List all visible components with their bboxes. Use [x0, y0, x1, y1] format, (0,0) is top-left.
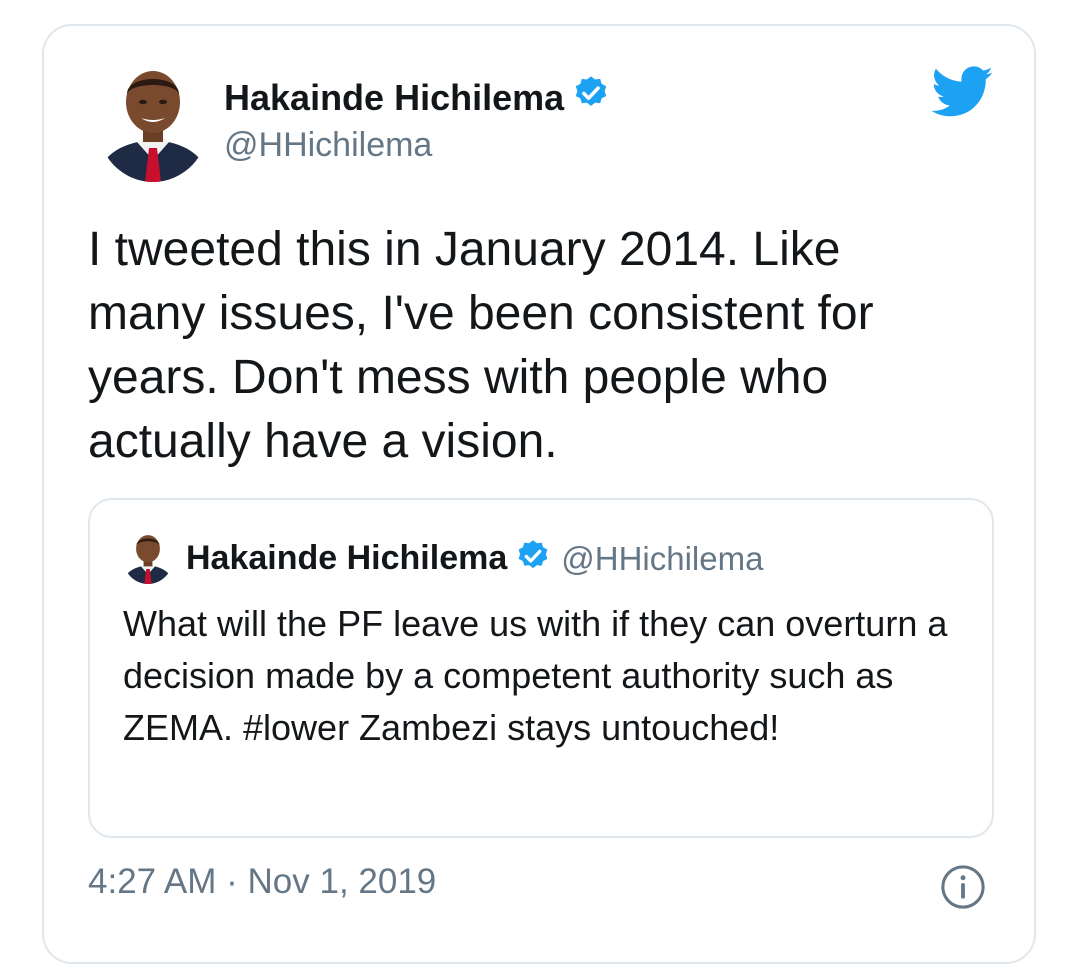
info-icon[interactable]: [940, 864, 986, 915]
quoted-header: Hakainde Hichilema @HHichilema: [186, 538, 763, 579]
verified-badge-icon: [572, 74, 610, 121]
verified-badge-icon: [515, 538, 551, 579]
quoted-tweet[interactable]: Hakainde Hichilema @HHichilema What will…: [88, 498, 994, 838]
quoted-author-name: Hakainde Hichilema: [186, 539, 508, 577]
author-avatar[interactable]: [97, 64, 209, 182]
quoted-author-avatar: [123, 532, 173, 584]
twitter-bird-icon[interactable]: [931, 66, 994, 123]
author-handle[interactable]: @HHichilema: [224, 126, 432, 165]
quoted-tweet-text: What will the PF leave us with if they c…: [123, 603, 948, 748]
quoted-author-handle: @HHichilema: [561, 539, 764, 577]
tweet-text: I tweeted this in January 2014. Like man…: [88, 223, 874, 468]
author-name-row[interactable]: Hakainde Hichilema: [224, 74, 610, 121]
author-name[interactable]: Hakainde Hichilema: [224, 77, 564, 119]
tweet-timestamp[interactable]: 4:27 AM · Nov 1, 2019: [88, 862, 436, 902]
